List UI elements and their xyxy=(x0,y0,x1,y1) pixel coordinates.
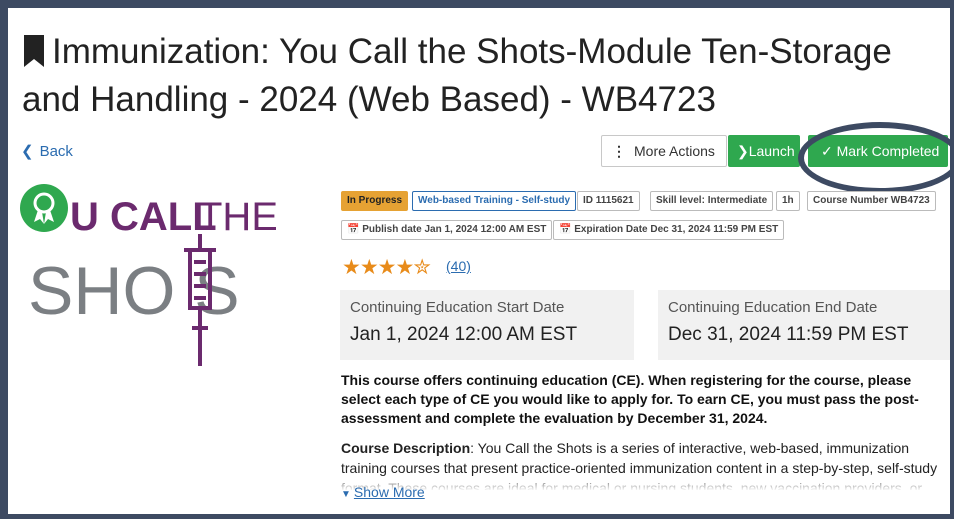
star-icon: ★ xyxy=(377,256,397,279)
course-detail-page: Immunization: You Call the Shots-Module … xyxy=(0,0,954,519)
calendar-icon: 📅 xyxy=(559,224,572,235)
caret-down-icon: ▼ xyxy=(341,489,351,500)
course-description-label: Course Description xyxy=(341,440,471,456)
course-id-badge: ID 1115621 xyxy=(577,191,640,211)
launch-label: Launch xyxy=(748,143,795,159)
training-type-badge: Web-based Training - Self-study xyxy=(412,191,577,211)
check-icon: ✓ xyxy=(821,143,833,159)
chevron-right-icon: ❯ xyxy=(737,143,749,159)
more-actions-label: More Actions xyxy=(634,143,715,159)
rating-count-link[interactable]: (40) xyxy=(446,258,471,274)
ce-start-value: Jan 1, 2024 12:00 AM EST xyxy=(350,324,578,345)
launch-button[interactable]: ❯Launch xyxy=(728,135,800,167)
ce-end-value: Dec 31, 2024 11:59 PM EST xyxy=(668,324,909,345)
logo-text-you-call: U CALL xyxy=(70,195,217,239)
star-rating: ★★★★✮ xyxy=(342,255,431,280)
logo-text-shots: SHO S xyxy=(28,253,240,329)
show-more-link[interactable]: ▼ Show More xyxy=(341,484,425,500)
expiration-date-text: Expiration Date Dec 31, 2024 11:59 PM ES… xyxy=(574,224,779,235)
course-number-badge: Course Number WB4723 xyxy=(807,191,936,211)
back-link[interactable]: ❮ Back xyxy=(21,142,73,160)
skill-level-badge: Skill level: Intermediate xyxy=(650,191,774,211)
page-title: Immunization: You Call the Shots-Module … xyxy=(22,30,942,122)
course-logo: U CALL THE SHO S xyxy=(16,178,278,378)
ce-start-label: Continuing Education Start Date xyxy=(350,299,565,316)
publish-date-text: Publish date Jan 1, 2024 12:00 AM EST xyxy=(362,224,547,235)
description-fade xyxy=(341,476,950,490)
status-badge: In Progress xyxy=(341,191,409,211)
ce-notice: This course offers continuing education … xyxy=(341,372,919,426)
page-title-text: Immunization: You Call the Shots-Module … xyxy=(22,32,892,119)
publish-date-badge: 📅 Publish date Jan 1, 2024 12:00 AM EST xyxy=(341,220,553,240)
star-half-icon: ✮ xyxy=(413,256,431,279)
ce-start-date-box: Continuing Education Start Date Jan 1, 2… xyxy=(340,290,634,360)
kebab-icon: ⋮ xyxy=(612,143,626,159)
ce-end-label: Continuing Education End Date xyxy=(668,299,878,316)
calendar-icon: 📅 xyxy=(347,224,360,235)
award-badge-icon xyxy=(20,184,68,232)
star-icon: ★ xyxy=(395,256,414,279)
ce-end-date-box: Continuing Education End Date Dec 31, 20… xyxy=(658,290,950,360)
duration-badge: 1h xyxy=(776,191,800,211)
course-description: Course Description: You Call the Shots i… xyxy=(341,438,950,490)
logo-text-the: THE xyxy=(198,195,276,239)
expiration-date-badge: 📅 Expiration Date Dec 31, 2024 11:59 PM … xyxy=(553,220,785,240)
back-label: Back xyxy=(39,143,73,160)
show-more-label: Show More xyxy=(353,484,425,500)
star-icon: ★ xyxy=(342,256,361,279)
chevron-left-icon: ❮ xyxy=(21,143,34,160)
mark-completed-button[interactable]: ✓ Mark Completed xyxy=(808,135,948,167)
bookmark-icon[interactable] xyxy=(22,34,46,78)
more-actions-button[interactable]: ⋮ More Actions xyxy=(601,135,727,167)
star-icon: ★ xyxy=(359,256,379,279)
mark-completed-label: Mark Completed xyxy=(836,143,940,159)
